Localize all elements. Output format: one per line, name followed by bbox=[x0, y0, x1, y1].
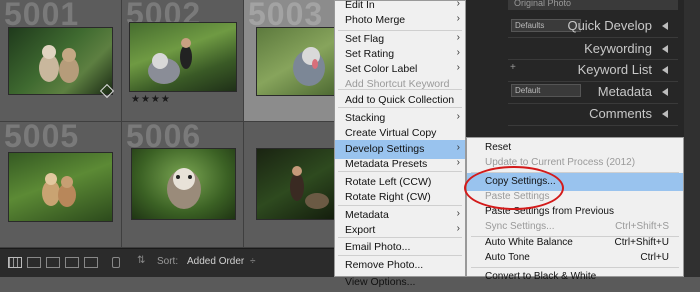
photo-grid: 5001 5002 ★★★★ 5003 5005 5006 bbox=[0, 0, 340, 248]
dog-portrait-photo-icon bbox=[167, 168, 201, 209]
sort-dropdown[interactable]: Added Order bbox=[187, 256, 244, 267]
submenu-item-convert-black-white[interactable]: Convert to Black & White bbox=[467, 268, 683, 286]
submenu-item-update-process[interactable]: Update to Current Process (2012) bbox=[467, 154, 683, 172]
photo-thumbnail[interactable] bbox=[131, 148, 236, 220]
panel-title: Metadata bbox=[597, 84, 652, 99]
submenu-arrow-icon: › bbox=[456, 0, 460, 9]
develop-settings-submenu: Reset Update to Current Process (2012) C… bbox=[466, 137, 684, 282]
collapse-triangle-icon[interactable] bbox=[662, 66, 668, 74]
compare-view-icon[interactable] bbox=[46, 257, 60, 268]
shortcut-label: Ctrl+Shift+U bbox=[614, 237, 669, 248]
submenu-arrow-icon: › bbox=[456, 13, 460, 24]
shortcut-label: Ctrl+Shift+S bbox=[615, 221, 669, 232]
collapse-triangle-icon[interactable] bbox=[662, 88, 668, 96]
shortcut-label: Ctrl+U bbox=[640, 252, 669, 263]
survey-view-icon[interactable] bbox=[65, 257, 79, 268]
cell-number: 5005 bbox=[4, 122, 80, 154]
loupe-view-icon[interactable] bbox=[27, 257, 41, 268]
panel-title: Quick Develop bbox=[567, 18, 652, 33]
grid-cell-5006[interactable]: 5006 bbox=[122, 122, 244, 248]
photo-thumbnail[interactable] bbox=[8, 27, 113, 95]
grid-cell-5007[interactable] bbox=[244, 122, 340, 248]
grid-cell-5005[interactable]: 5005 bbox=[0, 122, 122, 248]
grid-view-icon[interactable] bbox=[8, 257, 22, 268]
original-photo-row: Original Photo bbox=[508, 0, 678, 10]
collapse-triangle-icon[interactable] bbox=[662, 45, 668, 53]
collapse-triangle-icon[interactable] bbox=[662, 22, 668, 30]
dog-photo-icon bbox=[293, 47, 325, 86]
woman-dog-photo-icon bbox=[148, 38, 192, 84]
metadata-header[interactable]: Metadata bbox=[465, 81, 680, 103]
submenu-arrow-icon: › bbox=[456, 32, 460, 43]
people-view-icon[interactable] bbox=[84, 257, 98, 268]
submenu-arrow-icon: › bbox=[456, 157, 460, 168]
star-rating[interactable]: ★★★★ bbox=[131, 94, 171, 105]
panel-title: Comments bbox=[589, 106, 652, 121]
collapse-triangle-icon[interactable] bbox=[662, 110, 668, 118]
comments-header[interactable]: Comments bbox=[465, 103, 680, 125]
menu-item-view-options[interactable]: View Options... bbox=[335, 273, 465, 292]
submenu-arrow-icon: › bbox=[456, 142, 460, 153]
dogs-photo-icon bbox=[42, 173, 76, 207]
sort-dropdown-arrow-icon[interactable]: ÷ bbox=[250, 256, 256, 267]
original-photo-label: Original Photo bbox=[514, 0, 572, 8]
keywording-header[interactable]: Keywording bbox=[465, 38, 680, 60]
photo-thumbnail[interactable] bbox=[256, 27, 339, 96]
quick-develop-header[interactable]: Quick Develop bbox=[465, 15, 680, 37]
photo-thumbnail[interactable] bbox=[256, 148, 339, 220]
submenu-item-auto-tone[interactable]: Auto Tone Ctrl+U bbox=[467, 249, 683, 267]
panel-title: Keywording bbox=[584, 41, 652, 56]
submenu-arrow-icon: › bbox=[456, 111, 460, 122]
right-panel-scrollbar[interactable] bbox=[684, 0, 700, 277]
context-menu: Edit In › Photo Merge › Set Flag › Set Rati… bbox=[334, 0, 466, 288]
sort-label: Sort: bbox=[157, 256, 179, 267]
keyword-list-header[interactable]: Keyword List bbox=[465, 59, 680, 81]
grid-cell-5001[interactable]: 5001 bbox=[0, 0, 122, 122]
photo-thumbnail[interactable] bbox=[129, 22, 237, 92]
menu-item-photo-merge[interactable]: Photo Merge › bbox=[335, 11, 465, 30]
grid-cell-5003[interactable]: 5003 bbox=[244, 0, 340, 122]
library-toolbar: ⇅ Sort: Added Order ÷ bbox=[0, 248, 340, 277]
grid-cell-5002[interactable]: 5002 ★★★★ bbox=[122, 0, 244, 122]
woman-forest-photo-icon bbox=[290, 166, 329, 209]
submenu-arrow-icon: › bbox=[456, 47, 460, 58]
dogs-photo-icon bbox=[39, 45, 79, 83]
submenu-arrow-icon: › bbox=[456, 223, 460, 234]
sort-direction-icon[interactable]: ⇅ bbox=[137, 255, 149, 266]
photo-thumbnail[interactable] bbox=[8, 152, 113, 222]
submenu-arrow-icon: › bbox=[456, 62, 460, 73]
panel-title: Keyword List bbox=[577, 62, 652, 77]
submenu-arrow-icon: › bbox=[456, 208, 460, 219]
painter-icon[interactable] bbox=[112, 257, 120, 268]
